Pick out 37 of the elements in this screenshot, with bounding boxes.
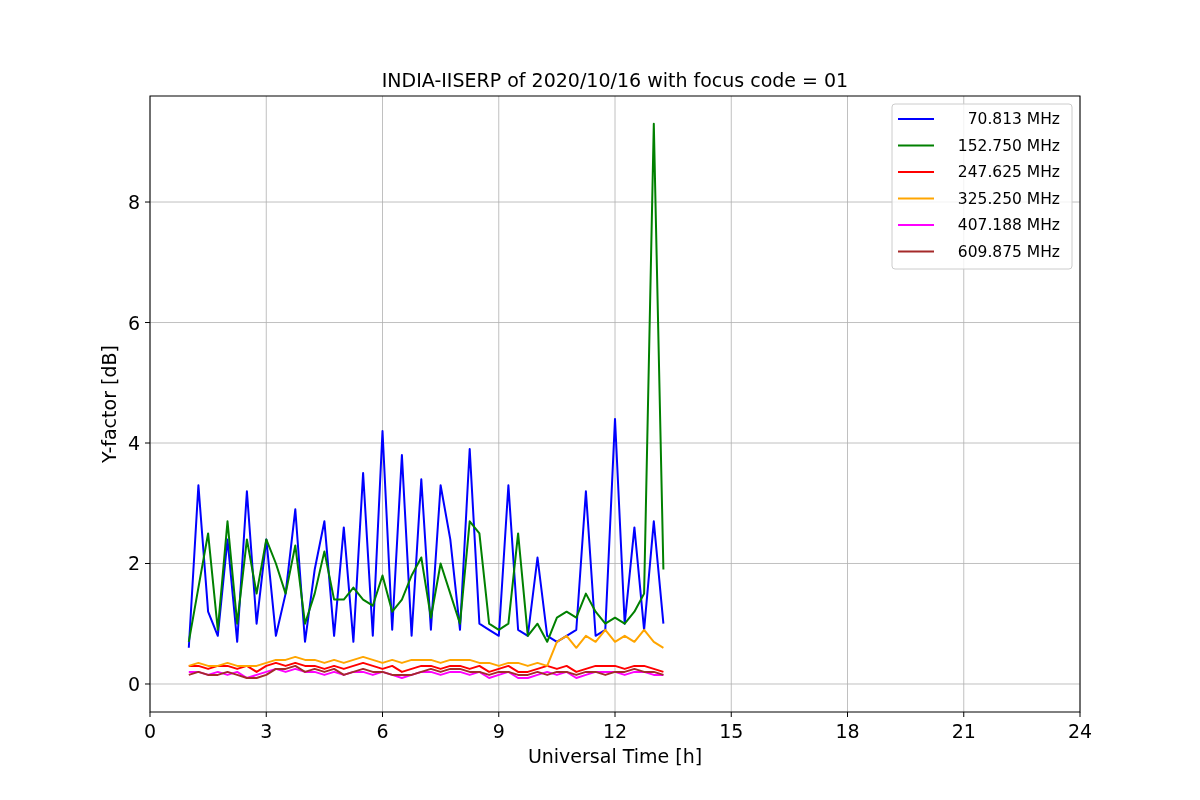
legend-label: 70.813 MHz xyxy=(967,110,1060,128)
legend-label: 609.875 MHz xyxy=(957,242,1060,261)
tick-label: 18 xyxy=(835,720,860,742)
tick-mark xyxy=(382,711,383,718)
tick-mark xyxy=(144,442,151,444)
tick-mark xyxy=(498,711,500,718)
chart-title: INDIA-IISERP of 2020/10/16 with focus code = 01 xyxy=(381,69,849,91)
axis-title: Universal Time [h] xyxy=(527,745,703,767)
tick-mark xyxy=(144,322,151,323)
legend-label: 247.625 MHz xyxy=(957,163,1060,181)
tick-mark xyxy=(144,683,151,685)
tick-mark xyxy=(847,711,848,718)
axis-title: Y-factor [dB] xyxy=(98,345,120,463)
tick-label: 8 xyxy=(127,191,140,214)
tick-mark xyxy=(144,563,151,564)
legend-label: 325.250 MHz xyxy=(957,189,1060,208)
tick-mark xyxy=(1079,711,1081,718)
tick-label: 3 xyxy=(260,720,273,742)
tick-mark xyxy=(149,711,151,718)
tick-mark xyxy=(730,711,732,718)
legend-label: 152.750 MHz xyxy=(957,136,1060,155)
legend-label: 407.188 MHz xyxy=(957,216,1060,234)
tick-label: 12 xyxy=(602,720,628,742)
tick-label: 4 xyxy=(127,432,140,454)
tick-label: 9 xyxy=(492,720,505,742)
tick-label: 2 xyxy=(127,552,140,575)
tick-mark xyxy=(144,201,151,203)
tick-mark xyxy=(963,711,965,718)
tick-label: 6 xyxy=(127,311,140,334)
tick-label: 0 xyxy=(127,673,140,695)
tick-label: 6 xyxy=(376,720,389,742)
tick-label: 0 xyxy=(143,720,157,742)
tick-mark xyxy=(614,711,616,718)
tick-label: 21 xyxy=(951,720,976,742)
tick-mark xyxy=(265,711,267,718)
tick-label: 24 xyxy=(1067,720,1093,742)
tick-label: 15 xyxy=(719,720,744,742)
